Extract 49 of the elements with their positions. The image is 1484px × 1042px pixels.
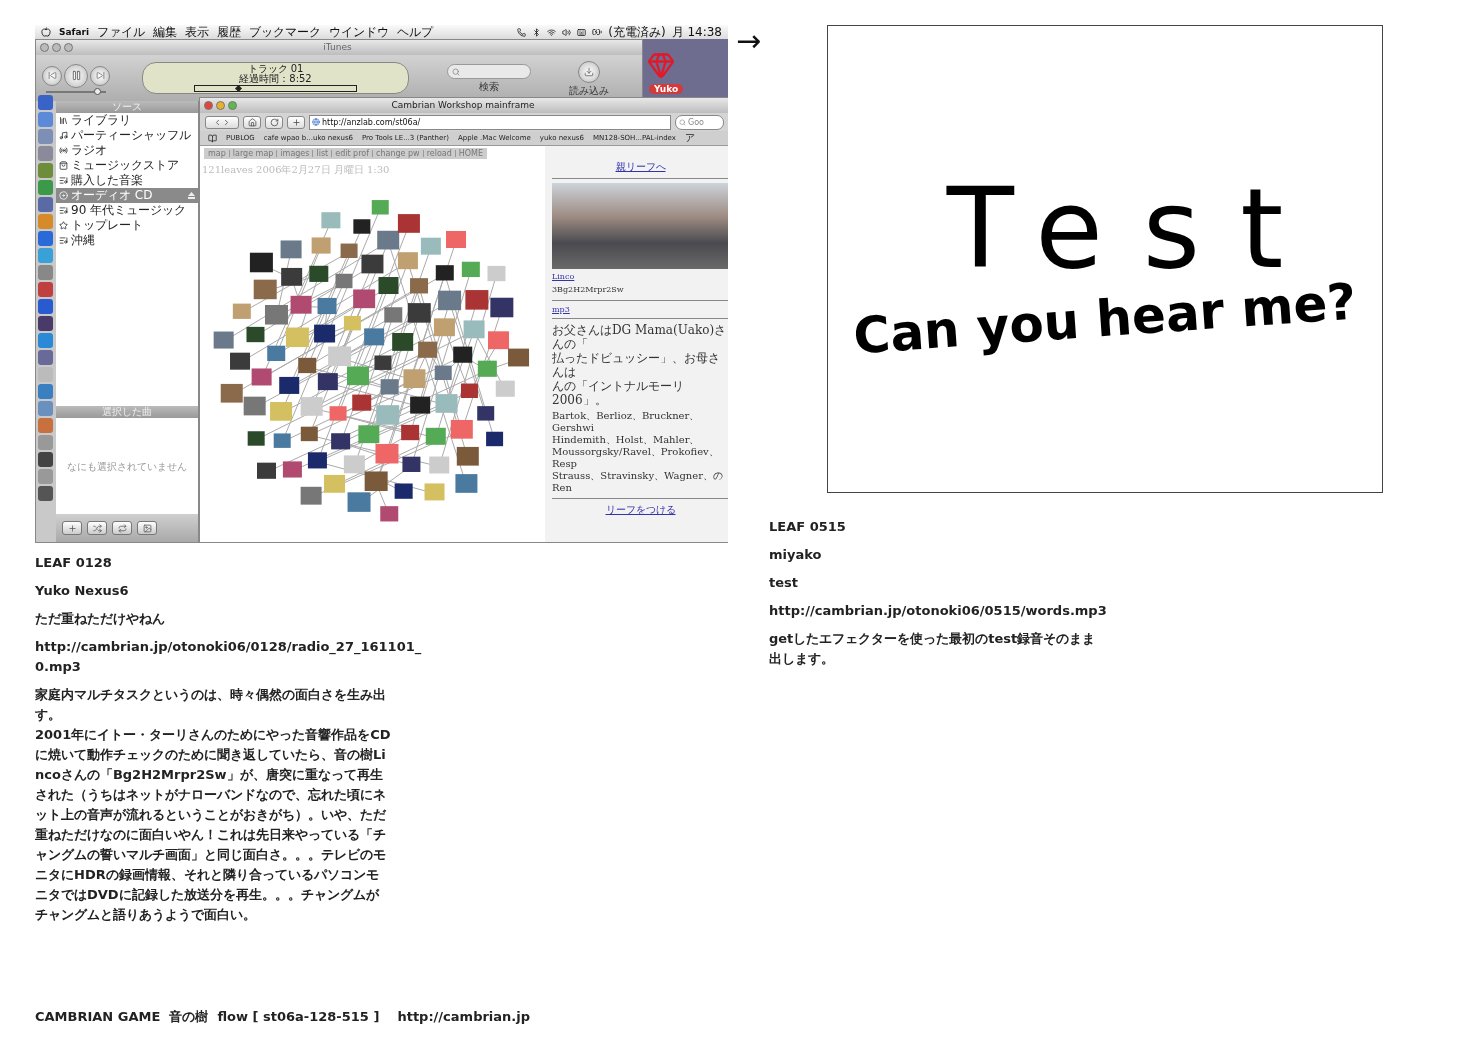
source-item[interactable]: トップレート bbox=[56, 218, 198, 233]
author-link[interactable]: Linco bbox=[552, 272, 575, 281]
import-label: 読み込み bbox=[569, 85, 609, 96]
parent-leaf-link[interactable]: 親リーフへ bbox=[615, 160, 666, 174]
menu-item[interactable]: 編集 bbox=[153, 25, 178, 39]
menu-item[interactable]: 履歴 bbox=[217, 25, 242, 39]
source-item[interactable]: 購入した音楽 bbox=[56, 173, 198, 188]
composer-list: Bartok、Berlioz、Bruckner、Gershwi Hindemith、Holst、Mahler、 Moussorgsky/Ravel、Prokofiev、Resp Strauss、Stravinsky、Wagner、のRen bbox=[552, 410, 728, 494]
source-item[interactable]: ライブラリ bbox=[56, 113, 198, 128]
search-label: 検索 bbox=[479, 82, 499, 92]
add-leaf-link[interactable]: リーフをつける bbox=[605, 503, 676, 517]
footer-text: CAMBRIAN GAME 音の樹 flow [ st06a-128-515 ] http://cambrian.jp bbox=[35, 1008, 532, 1026]
menu-item[interactable]: 表示 bbox=[185, 25, 210, 39]
battery-status: (充電済み) bbox=[608, 25, 666, 39]
leaf-url: http://cambrian.jp/otonoki06/0128/radio_27_161101_0.mp3 bbox=[35, 638, 423, 676]
leaf-author: miyako bbox=[769, 546, 823, 564]
track-title: トラック 01 bbox=[247, 64, 304, 74]
mp3-link[interactable]: mp3 bbox=[552, 305, 570, 314]
leaf-description: getしたエフェクターを使った最初のtest録音そのまま出します。 bbox=[769, 630, 1097, 668]
menu-item[interactable]: ウインドウ bbox=[329, 25, 390, 39]
source-item[interactable]: ラジオ bbox=[56, 143, 198, 158]
menu-clock[interactable]: 月 14:38 bbox=[671, 25, 722, 39]
desktop-icon-label[interactable]: Yuko bbox=[649, 84, 684, 94]
leaf-note: お父さんはDG Mama(Uako)さんの「 払ったドビュッシー」、お母さんは んの「イントナルモーリ 2006」。 bbox=[552, 323, 728, 407]
selection-heading: 選択した曲 bbox=[56, 406, 198, 418]
leaf-name: 3Bg2H2Mrpr2Sw bbox=[552, 284, 625, 296]
address-field[interactable]: http://anzlab.com/st06a/ bbox=[309, 114, 671, 130]
menu-item[interactable]: ヘルプ bbox=[397, 25, 434, 39]
menu-item[interactable]: ファイル bbox=[97, 25, 146, 39]
menu-item[interactable]: Safari bbox=[59, 25, 90, 39]
leaf-url: http://cambrian.jp/otonoki06/0515/words.mp3 bbox=[769, 602, 1108, 620]
search-field[interactable]: Goo bbox=[675, 114, 724, 130]
elapsed-time: 経過時間：8:52 bbox=[239, 74, 312, 84]
leaf-subtitle: test bbox=[769, 574, 799, 592]
source-item[interactable]: ミュージックストア bbox=[56, 158, 198, 173]
empty-message: なにも選択されていません bbox=[56, 418, 198, 514]
source-item[interactable]: 沖縄 bbox=[56, 233, 198, 248]
leaf-subtitle: ただ重ねただけやねん bbox=[35, 610, 166, 628]
menu-item[interactable]: ブックマーク bbox=[249, 25, 322, 39]
leaf-title: LEAF 0515 bbox=[769, 518, 847, 536]
flow-arrow: → bbox=[735, 26, 762, 56]
window-title: Cambrian Workshop mainframe bbox=[390, 100, 536, 111]
window-title: iTunes bbox=[322, 42, 353, 53]
source-item[interactable]: 90 年代ミュージック bbox=[56, 203, 198, 218]
source-item[interactable]: パーティーシャッフル bbox=[56, 128, 198, 143]
leaf-title: LEAF 0128 bbox=[35, 554, 113, 572]
leaf-author: Yuko Nexus6 bbox=[35, 582, 130, 600]
bookmark-link[interactable]: ア bbox=[684, 131, 695, 145]
leaf-description: 家庭内マルチタスクというのは、時々偶然の面白さを生み出す。 2001年にイトー・ターリさんのためにやった音響作品をCDに焼いて動作チェックのために聞き返していたら、音の樹Lincoさんの「Bg2H2Mrpr2Sw」が、唐突に重なって再生された（うちはネットがナローバンドなので、忘れた頃にネット上の音声が流れるということがおきがち）。いや、ただ重ねただけなのに面白いやん！これは先日来やっている「チャングムの誓いマルチ画面」と同じ面白さ。。。テレビのモニタにHDRの録画情報、それと隣り合っているパソコンモニタではDVDに記録した放送分を再生。。。チャングムがチャングムと語りあうようで面白い。 bbox=[35, 686, 391, 924]
